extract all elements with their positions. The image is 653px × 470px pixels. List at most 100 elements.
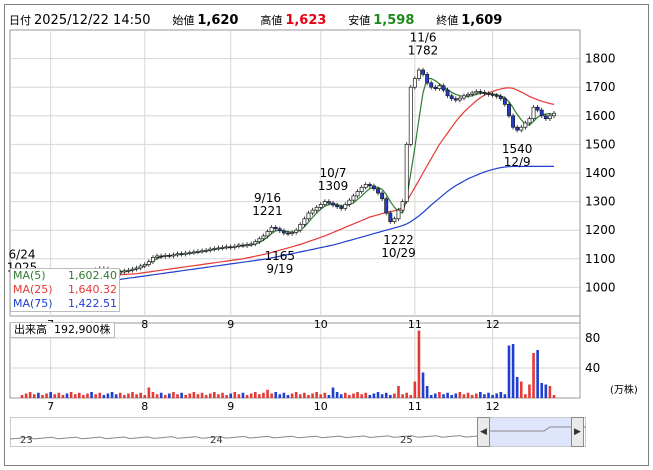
price-annotation: 9/161221 — [252, 191, 283, 218]
price-tick-label: 1500 — [585, 137, 616, 151]
volume-bar — [151, 392, 155, 398]
candle-body — [257, 238, 262, 242]
candle-body — [433, 86, 438, 89]
candle-body — [208, 248, 213, 251]
navigator-right-handle[interactable]: ▶ — [571, 417, 584, 447]
ma25-value: 1,640.32 — [68, 283, 117, 296]
volume-bar — [45, 393, 48, 398]
volume-bar — [253, 392, 257, 398]
price-tick-label: 1800 — [585, 52, 616, 66]
volume-bar — [147, 387, 151, 398]
annotation-price: 1221 — [252, 204, 283, 218]
candle-body — [142, 264, 147, 267]
stock-chart[interactable]: 1800170016001500140013001200110010007788… — [0, 0, 653, 470]
month-label: 10 — [314, 318, 328, 331]
candle-body — [552, 112, 556, 117]
volume-bar — [368, 395, 372, 398]
candle-body — [527, 118, 532, 124]
volume-bar — [479, 392, 482, 398]
candle-body — [355, 191, 360, 197]
volume-bar — [106, 393, 110, 398]
volume-bar — [315, 392, 318, 398]
candle-body — [519, 126, 524, 131]
candle-body — [388, 212, 393, 222]
candle-body — [425, 73, 430, 84]
candle-body — [220, 247, 225, 249]
candle-body — [347, 199, 352, 205]
volume-bar — [446, 392, 449, 398]
candle-body — [400, 201, 405, 211]
candle-body — [466, 93, 471, 97]
volume-bar — [172, 392, 175, 398]
candle-body — [453, 98, 458, 101]
candle-body — [249, 243, 254, 246]
volume-bar — [393, 393, 396, 398]
ma75-name: MA(75) — [13, 297, 53, 310]
volume-bar — [466, 392, 470, 398]
volume-bar — [413, 381, 417, 398]
volume-bar — [331, 387, 335, 398]
volume-bar — [258, 394, 261, 398]
volume-bar — [114, 394, 118, 398]
candle-body — [462, 95, 466, 99]
volume-bar — [237, 394, 241, 398]
price-tick-label: 1700 — [585, 80, 616, 94]
volume-bar — [57, 392, 61, 398]
volume-bar — [339, 394, 343, 398]
volume-bar — [69, 392, 73, 398]
candle-body — [437, 85, 442, 89]
volume-bar — [102, 395, 106, 398]
volume-bar — [20, 395, 24, 398]
volume-bar — [511, 344, 515, 398]
navigator-overview: 23 24 25 — [9, 416, 587, 448]
volume-bar — [515, 377, 519, 398]
navigator-left-handle[interactable]: ◀ — [477, 417, 490, 447]
candle-body — [380, 192, 385, 200]
volume-bar — [278, 394, 282, 398]
candle-body — [146, 261, 151, 265]
candle-body — [245, 244, 250, 246]
volume-bar — [454, 393, 458, 398]
volume-bar — [483, 394, 486, 398]
range-navigator[interactable]: 23 24 25 ◀ ▶ — [9, 416, 587, 448]
volume-bar — [225, 395, 228, 398]
candle-body — [482, 91, 487, 94]
candle-body — [204, 249, 209, 252]
candle-body — [290, 232, 295, 234]
candle-body — [138, 265, 143, 269]
navigator-year-label: 24 — [210, 435, 223, 446]
volume-bar — [384, 392, 388, 398]
month-label: 9 — [227, 318, 234, 331]
volume-bar — [311, 393, 314, 398]
volume-bar — [208, 393, 212, 398]
candle-body — [261, 235, 266, 240]
volume-bar — [474, 393, 478, 398]
month-label: 8 — [141, 318, 148, 331]
price-tick-label: 1600 — [585, 109, 616, 123]
ma-legend: MA(5) 1,602.40 MA(25) 1,640.32 MA(75) 1,422… — [10, 268, 120, 312]
ma5-value: 1,602.40 — [68, 269, 117, 282]
ma25-legend-row: MA(25) 1,640.32 — [13, 283, 117, 297]
volume-bar — [98, 392, 102, 398]
volume-bar — [168, 393, 171, 398]
candle-body — [269, 226, 274, 232]
annotation-date: 12/9 — [504, 155, 531, 169]
candle-body — [224, 246, 229, 249]
price-tick-label: 1200 — [585, 223, 616, 237]
candle-body — [122, 270, 127, 273]
candle-body — [470, 92, 475, 95]
candle-body — [363, 184, 368, 188]
annotation-price: 1222 — [383, 233, 414, 247]
candle-body — [134, 267, 139, 270]
candle-body — [314, 206, 319, 211]
candle-body — [298, 224, 303, 231]
candle-body — [155, 255, 159, 258]
candle-body — [302, 218, 307, 225]
month-label-volume: 11 — [408, 400, 422, 413]
price-tick-label: 1000 — [585, 280, 616, 294]
candle-body — [547, 115, 552, 120]
volume-bar — [90, 392, 93, 398]
month-label-volume: 10 — [314, 400, 328, 413]
candle-body — [502, 98, 507, 105]
candle-body — [273, 226, 278, 230]
